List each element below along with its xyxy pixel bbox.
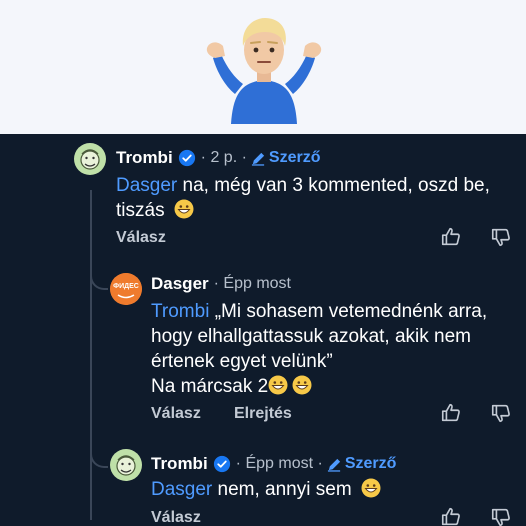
author-name[interactable]: Trombi bbox=[151, 454, 208, 474]
comment-text-line: hogy elhallgattassuk azokat, akik nem bbox=[151, 326, 472, 347]
mention-link[interactable]: Dasger bbox=[116, 175, 177, 196]
dislike-icon[interactable] bbox=[490, 226, 512, 248]
dislike-icon[interactable] bbox=[490, 506, 512, 526]
mention-link[interactable]: Dasger bbox=[151, 479, 212, 500]
verified-badge-icon bbox=[178, 149, 195, 167]
comment-text-line: nem, annyi sem bbox=[212, 479, 352, 500]
cartoon-face-icon bbox=[116, 455, 136, 476]
comment-text-line: na, még van 3 kommented, oszd be, bbox=[177, 175, 490, 196]
mention-link[interactable]: Trombi bbox=[151, 301, 209, 322]
reaction-banner bbox=[0, 0, 526, 134]
reply-connector bbox=[90, 434, 108, 468]
avatar-label: ФИДЕС bbox=[113, 283, 139, 290]
pencil-icon bbox=[251, 152, 265, 166]
comment-text-line: tiszás bbox=[116, 200, 165, 221]
cartoon-face-icon bbox=[80, 149, 100, 170]
dislike-icon[interactable] bbox=[490, 402, 512, 424]
reply-connector bbox=[90, 250, 108, 290]
comment-header: Trombi · Épp most · Szerző bbox=[151, 454, 396, 474]
pencil-icon bbox=[327, 458, 340, 472]
author-badge-label: Szerző bbox=[344, 455, 397, 472]
author-badge: Szerző bbox=[327, 455, 397, 473]
reply-button[interactable]: Válasz bbox=[151, 405, 201, 423]
comment-thread: Trombi · 2 p. · Szerző Dasger na, még va… bbox=[0, 134, 526, 526]
comment-text-line: „Mi sohasem vetemednénk arra, bbox=[209, 301, 488, 322]
like-icon[interactable] bbox=[440, 402, 462, 424]
comment-text: Dasger na, még van 3 kommented, oszd be,… bbox=[116, 173, 490, 223]
author-name[interactable]: Dasger bbox=[151, 274, 209, 294]
timestamp: · Épp most · bbox=[235, 455, 323, 472]
grinning-face-emoji bbox=[361, 478, 381, 498]
author-badge-label: Szerző bbox=[268, 149, 321, 166]
comment-header: Dasger · Épp most bbox=[151, 274, 291, 294]
grinning-face-emoji bbox=[268, 375, 288, 395]
author-name[interactable]: Trombi bbox=[116, 148, 173, 168]
timestamp: · Épp most bbox=[213, 275, 291, 292]
reply-button[interactable]: Válasz bbox=[116, 229, 166, 247]
verified-badge-icon bbox=[213, 455, 230, 473]
person-shrugging-emoji bbox=[206, 18, 322, 124]
reply-button[interactable]: Válasz bbox=[151, 509, 201, 526]
hide-button[interactable]: Elrejtés bbox=[234, 405, 292, 423]
comment-text: Trombi „Mi sohasem vetemednénk arra, hog… bbox=[151, 299, 487, 399]
like-icon[interactable] bbox=[440, 506, 462, 526]
like-icon[interactable] bbox=[440, 226, 462, 248]
thread-line bbox=[90, 190, 92, 520]
author-badge: Szerző bbox=[251, 149, 321, 167]
avatar[interactable] bbox=[74, 143, 106, 175]
grinning-face-emoji bbox=[174, 199, 194, 219]
grinning-face-emoji bbox=[292, 375, 312, 395]
avatar[interactable]: ФИДЕС bbox=[110, 273, 142, 305]
avatar[interactable] bbox=[110, 449, 142, 481]
comment-header: Trombi · 2 p. · Szerző bbox=[116, 148, 320, 168]
timestamp: · 2 p. · bbox=[200, 149, 247, 166]
comment-text-line: Na márcsak 2 bbox=[151, 376, 269, 397]
comment-text-line: értenek egyet velünk” bbox=[151, 351, 333, 372]
comment-text: Dasger nem, annyi sem bbox=[151, 477, 381, 502]
